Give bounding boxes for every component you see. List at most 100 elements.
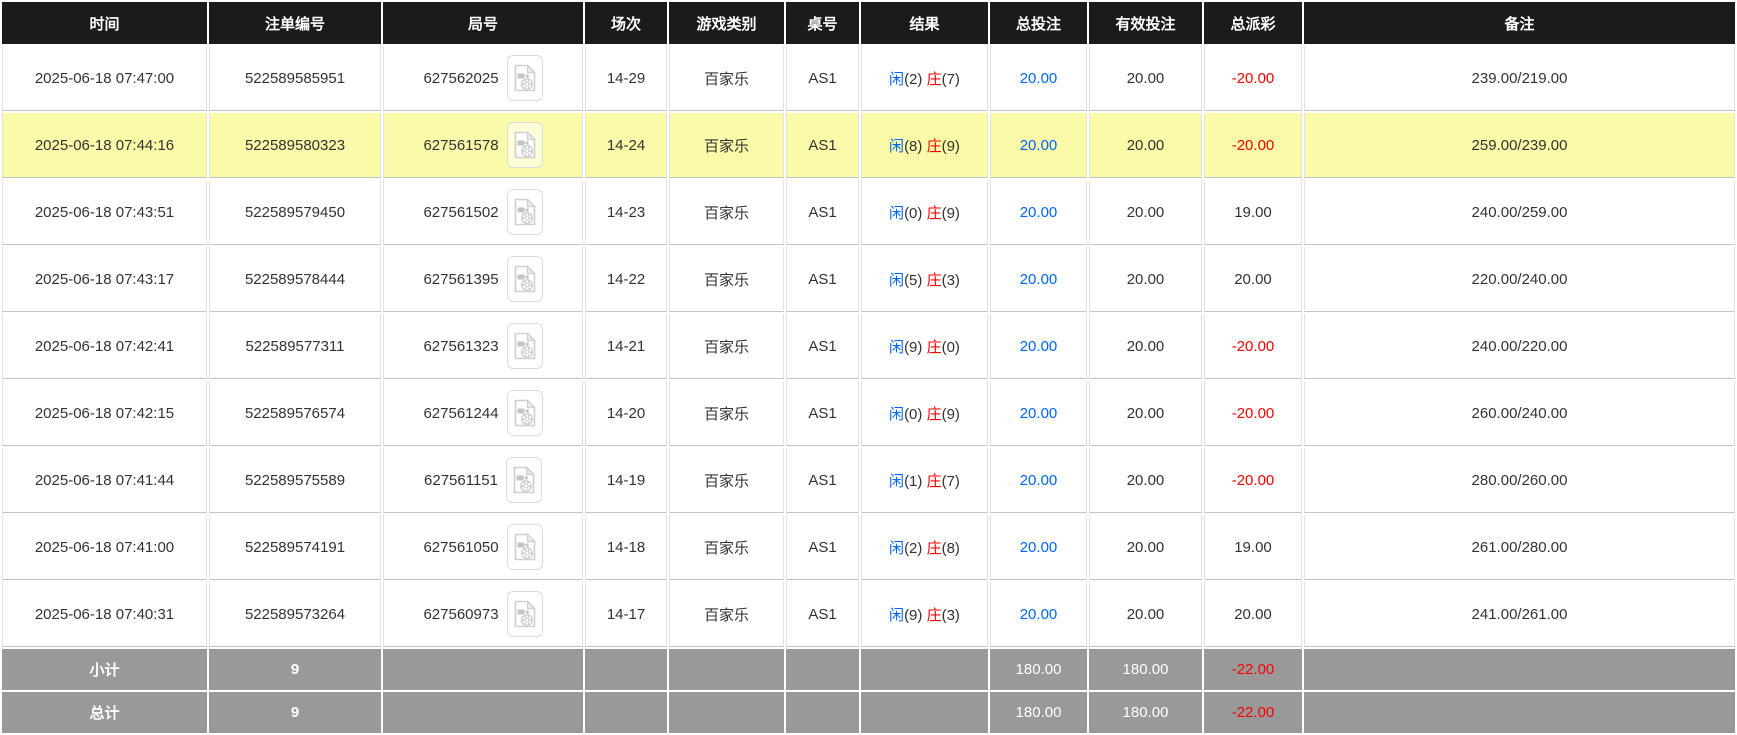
table-no-cell: AS1 <box>786 381 859 446</box>
bet-id-cell: 522589578444 <box>209 247 381 312</box>
player-score: (2) <box>904 70 923 88</box>
video-replay-button[interactable] <box>505 457 542 503</box>
result-cell: 闲(9) 庄(0) <box>861 314 988 379</box>
banker-label: 庄 <box>926 271 942 289</box>
round-id: 627561502 <box>423 203 499 221</box>
time-cell: 2025-06-18 07:40:31 <box>2 582 207 647</box>
header-round-id: 局号 <box>383 2 583 44</box>
footer-empty-cell <box>1304 649 1735 690</box>
table-row[interactable]: 2025-06-18 07:40:31 522589573264 6275609… <box>2 582 1735 647</box>
payout-cell: -20.00 <box>1204 381 1302 446</box>
player-label: 闲 <box>889 70 905 88</box>
game-type-cell: 百家乐 <box>669 113 784 178</box>
time-cell: 2025-06-18 07:43:17 <box>2 247 207 312</box>
table-no-cell: AS1 <box>786 448 859 513</box>
banker-score: (3) <box>941 271 960 289</box>
subtotal-valid-bet: 180.00 <box>1089 649 1202 690</box>
betting-records-table: 时间 注单编号 局号 场次 游戏类别 桌号 结果 总投注 有效投注 总派彩 备注… <box>0 0 1737 735</box>
total-bet-cell: 20.00 <box>990 381 1087 446</box>
player-score: (0) <box>904 204 923 222</box>
result-cell: 闲(2) 庄(8) <box>861 515 988 580</box>
round-id-cell: 627561323 <box>383 314 583 379</box>
session-cell: 14-18 <box>585 515 667 580</box>
bet-id-cell: 522589577311 <box>209 314 381 379</box>
table-row[interactable]: 2025-06-18 07:47:00 522589585951 6275620… <box>2 46 1735 111</box>
payout-cell: -20.00 <box>1204 448 1302 513</box>
total-bet-cell: 20.00 <box>990 314 1087 379</box>
table-row[interactable]: 2025-06-18 07:44:16 522589580323 6275615… <box>2 113 1735 178</box>
video-replay-button[interactable] <box>506 189 543 235</box>
player-label: 闲 <box>889 204 905 222</box>
video-file-icon <box>514 600 536 628</box>
total-bet-cell: 20.00 <box>990 582 1087 647</box>
player-score: (0) <box>904 405 923 423</box>
table-row[interactable]: 2025-06-18 07:43:51 522589579450 6275615… <box>2 180 1735 245</box>
table-row[interactable]: 2025-06-18 07:43:17 522589578444 6275613… <box>2 247 1735 312</box>
total-bet-cell: 20.00 <box>990 113 1087 178</box>
round-id: 627562025 <box>423 69 499 87</box>
valid-bet-cell: 20.00 <box>1089 247 1202 312</box>
table-no-cell: AS1 <box>786 46 859 111</box>
footer-empty-cell <box>383 649 583 690</box>
table-row[interactable]: 2025-06-18 07:42:15 522589576574 6275612… <box>2 381 1735 446</box>
player-label: 闲 <box>889 271 905 289</box>
banker-label: 庄 <box>926 338 942 356</box>
result-cell: 闲(5) 庄(3) <box>861 247 988 312</box>
header-payout: 总派彩 <box>1204 2 1302 44</box>
video-replay-button[interactable] <box>506 256 543 302</box>
table-no-cell: AS1 <box>786 247 859 312</box>
payout-cell: -20.00 <box>1204 314 1302 379</box>
banker-label: 庄 <box>926 204 942 222</box>
video-replay-button[interactable] <box>506 591 543 637</box>
round-id-cell: 627562025 <box>383 46 583 111</box>
result-cell: 闲(0) 庄(9) <box>861 381 988 446</box>
footer-empty-cell <box>585 692 667 733</box>
player-score: (2) <box>904 539 923 557</box>
subtotal-row: 小计 9 180.00 180.00 -22.00 <box>2 649 1735 690</box>
round-id: 627561151 <box>424 471 498 489</box>
grand-total-total-bet: 180.00 <box>990 692 1087 733</box>
grand-total-count: 9 <box>209 692 381 733</box>
video-file-icon <box>514 198 536 226</box>
bet-id-cell: 522589575589 <box>209 448 381 513</box>
valid-bet-cell: 20.00 <box>1089 515 1202 580</box>
banker-label: 庄 <box>926 405 942 423</box>
total-bet-cell: 20.00 <box>990 46 1087 111</box>
video-replay-button[interactable] <box>506 55 543 101</box>
video-replay-button[interactable] <box>506 390 543 436</box>
betting-records-view: 时间 注单编号 局号 场次 游戏类别 桌号 结果 总投注 有效投注 总派彩 备注… <box>0 0 1737 735</box>
time-cell: 2025-06-18 07:44:16 <box>2 113 207 178</box>
time-cell: 2025-06-18 07:41:00 <box>2 515 207 580</box>
game-type-cell: 百家乐 <box>669 381 784 446</box>
round-id-cell: 627561578 <box>383 113 583 178</box>
table-row[interactable]: 2025-06-18 07:41:44 522589575589 6275611… <box>2 448 1735 513</box>
footer-empty-cell <box>383 692 583 733</box>
banker-score: (7) <box>941 472 960 490</box>
video-file-icon <box>514 332 536 360</box>
remark-cell: 259.00/239.00 <box>1304 113 1735 178</box>
remark-cell: 261.00/280.00 <box>1304 515 1735 580</box>
banker-score: (3) <box>941 606 960 624</box>
remark-cell: 280.00/260.00 <box>1304 448 1735 513</box>
game-type-cell: 百家乐 <box>669 180 784 245</box>
header-valid-bet: 有效投注 <box>1089 2 1202 44</box>
table-row[interactable]: 2025-06-18 07:42:41 522589577311 6275613… <box>2 314 1735 379</box>
round-id: 627561244 <box>423 404 499 422</box>
grand-total-label: 总计 <box>2 692 207 733</box>
bet-id-cell: 522589574191 <box>209 515 381 580</box>
total-bet-cell: 20.00 <box>990 247 1087 312</box>
result-cell: 闲(0) 庄(9) <box>861 180 988 245</box>
remark-cell: 260.00/240.00 <box>1304 381 1735 446</box>
header-game-type: 游戏类别 <box>669 2 784 44</box>
grand-total-valid-bet: 180.00 <box>1089 692 1202 733</box>
game-type-cell: 百家乐 <box>669 314 784 379</box>
table-row[interactable]: 2025-06-18 07:41:00 522589574191 6275610… <box>2 515 1735 580</box>
table-no-cell: AS1 <box>786 113 859 178</box>
video-replay-button[interactable] <box>506 323 543 369</box>
video-replay-button[interactable] <box>506 122 543 168</box>
video-replay-button[interactable] <box>506 524 543 570</box>
footer-empty-cell <box>786 692 859 733</box>
header-session: 场次 <box>585 2 667 44</box>
payout-cell: 20.00 <box>1204 582 1302 647</box>
payout-cell: 20.00 <box>1204 247 1302 312</box>
